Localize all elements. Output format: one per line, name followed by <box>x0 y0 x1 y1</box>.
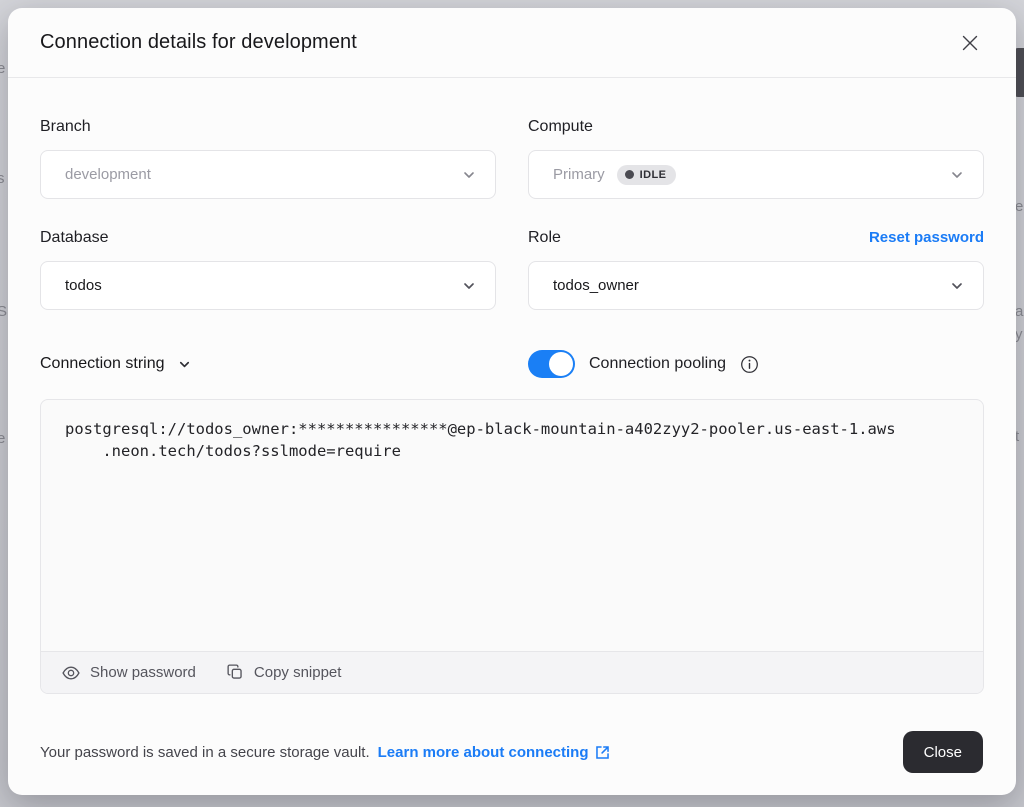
role-value: todos_owner <box>553 277 639 294</box>
connection-pooling-group: Connection pooling <box>528 350 984 378</box>
copy-icon <box>226 663 245 682</box>
backdrop-text-fragment: e <box>0 430 5 447</box>
connection-pooling-toggle[interactable] <box>528 350 575 378</box>
compute-status-badge: IDLE <box>617 165 677 185</box>
compute-value: Primary <box>553 166 605 183</box>
compute-select[interactable]: Primary IDLE <box>528 150 984 199</box>
connection-string-toggle[interactable]: Connection string <box>40 355 496 373</box>
database-select[interactable]: todos <box>40 261 496 310</box>
eye-icon <box>61 663 81 683</box>
modal-header: Connection details for development <box>8 8 1016 78</box>
backdrop-text-fragment: y <box>1015 326 1023 343</box>
chevron-down-icon <box>177 357 192 372</box>
code-line-2: .neon.tech/todos?sslmode=require <box>65 440 959 462</box>
connection-string-block: postgresql://todos_owner:***************… <box>40 399 984 694</box>
code-line-1: postgresql://todos_owner:***************… <box>65 418 959 440</box>
status-dot-icon <box>625 170 634 179</box>
branch-field: Branch development <box>40 118 496 199</box>
connection-details-modal: Connection details for development Branc… <box>8 8 1016 795</box>
backdrop-text-fragment: S <box>0 303 7 320</box>
compute-label: Compute <box>528 118 593 136</box>
chevron-down-icon <box>461 278 477 294</box>
external-link-icon <box>594 744 611 761</box>
modal-footer: Your password is saved in a secure stora… <box>8 731 1016 773</box>
info-icon[interactable] <box>740 355 759 374</box>
password-vault-note: Your password is saved in a secure stora… <box>40 744 611 761</box>
modal-title: Connection details for development <box>40 31 357 54</box>
chevron-down-icon <box>949 167 965 183</box>
database-field: Database todos <box>40 229 496 310</box>
chevron-down-icon <box>461 167 477 183</box>
copy-snippet-button[interactable]: Copy snippet <box>226 663 342 682</box>
copy-snippet-label: Copy snippet <box>254 664 342 681</box>
close-button[interactable]: Close <box>903 731 983 773</box>
backdrop-text-fragment: e <box>0 60 5 77</box>
connection-pooling-label: Connection pooling <box>589 355 726 373</box>
reset-password-link[interactable]: Reset password <box>869 229 984 246</box>
connection-string-code[interactable]: postgresql://todos_owner:***************… <box>41 400 983 651</box>
learn-more-link[interactable]: Learn more about connecting <box>378 744 611 761</box>
code-footer: Show password Copy snippet <box>41 651 983 693</box>
backdrop-text-fragment: s <box>0 170 5 187</box>
database-value: todos <box>65 277 102 294</box>
branch-select[interactable]: development <box>40 150 496 199</box>
show-password-button[interactable]: Show password <box>61 663 196 683</box>
compute-field: Compute Primary IDLE <box>528 118 984 199</box>
branch-label: Branch <box>40 118 91 136</box>
connection-string-label: Connection string <box>40 355 165 373</box>
chevron-down-icon <box>949 278 965 294</box>
backdrop-text-fragment: e <box>1015 198 1023 215</box>
modal-content: Branch development Compute Primary <box>8 78 1016 694</box>
role-field: Role Reset password todos_owner <box>528 229 984 310</box>
toggle-knob <box>549 352 573 376</box>
note-text: Your password is saved in a secure stora… <box>40 744 370 761</box>
branch-value: development <box>65 166 151 183</box>
role-select[interactable]: todos_owner <box>528 261 984 310</box>
database-label: Database <box>40 229 109 247</box>
compute-status-text: IDLE <box>640 169 667 181</box>
role-label: Role <box>528 229 561 247</box>
show-password-label: Show password <box>90 664 196 681</box>
backdrop-text-fragment: a <box>1015 303 1023 320</box>
close-icon[interactable] <box>954 27 986 59</box>
learn-more-label: Learn more about connecting <box>378 744 589 761</box>
